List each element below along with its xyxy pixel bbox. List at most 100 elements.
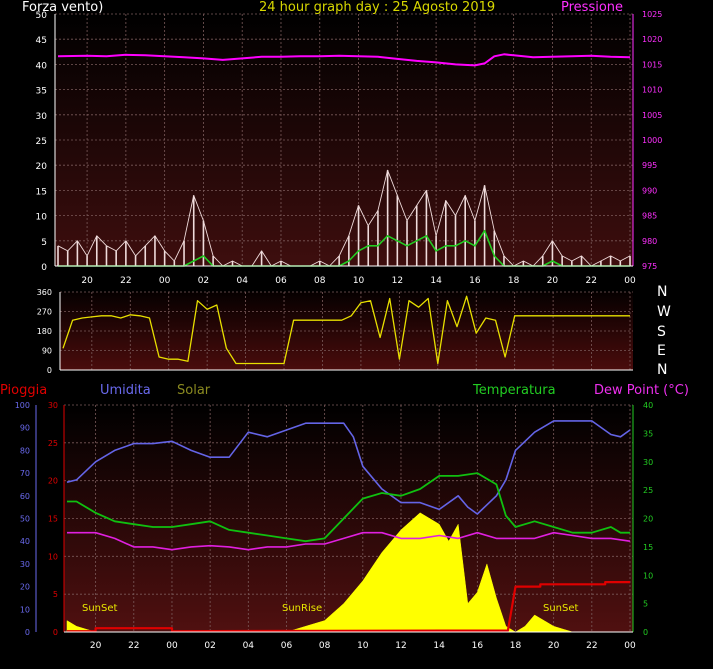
pressure-tick-label: 1020 [642,35,662,44]
wind-tick-label: 0 [41,263,47,273]
hour-tick-label: 00 [624,641,636,651]
sunrise-label: SunRise [282,603,323,614]
direction-tick-label: 360 [37,288,52,297]
hour-tick-label: 16 [472,641,484,651]
sunset-label-right: SunSet [543,603,579,614]
humidity-tick-label: 20 [20,583,30,592]
wind-tick-label: 25 [36,137,47,147]
hour-tick-label: 18 [508,276,520,286]
rain-tick-label: 5 [53,590,58,599]
compass-n-bottom: N [657,362,668,378]
hour-tick-label: 10 [353,276,365,286]
hour-tick-label: 12 [395,641,406,651]
humidity-tick-label: 70 [20,469,30,478]
hour-tick-label: 22 [585,276,596,286]
hour-tick-label: 06 [281,641,293,651]
pressure-tick-label: 985 [642,212,657,221]
humidity-tick-label: 60 [20,492,30,501]
humidity-tick-label: 90 [20,424,30,433]
hour-tick-label: 14 [433,641,445,651]
wind-tick-label: 45 [36,36,47,46]
direction-tick-label: 270 [37,308,52,317]
legend-solar: Solar [177,383,211,398]
pressure-axis-title: Pressione [561,0,624,15]
rain-tick-label: 0 [53,628,58,637]
pressure-tick-label: 975 [642,262,657,271]
pressure-tick-label: 995 [642,161,657,170]
hour-tick-label: 00 [159,276,171,286]
pressure-tick-label: 1005 [642,111,662,120]
wind-tick-label: 30 [36,112,48,122]
wind-tick-label: 40 [36,61,48,71]
hour-tick-label: 00 [624,276,636,286]
hour-tick-label: 10 [357,641,369,651]
hour-tick-label: 20 [548,641,560,651]
pressure-tick-label: 1000 [642,136,662,145]
sunset-label-left: SunSet [82,603,118,614]
weather-charts: 0510152025303540455097598098599099510001… [15,10,663,651]
wind-tick-label: 15 [36,187,47,197]
chart-title: 24 hour graph day : 25 Agosto 2019 [259,0,496,15]
wind-tick-label: 20 [36,162,48,172]
temperature-tick-label: 25 [643,486,653,495]
temperature-tick-label: 5 [643,600,648,609]
humidity-tick-label: 30 [20,560,30,569]
hour-tick-label: 22 [120,276,131,286]
temperature-tick-label: 10 [643,571,653,580]
hour-tick-label: 12 [392,276,403,286]
hour-tick-label: 00 [166,641,178,651]
legend-temperatura: Temperatura [473,383,556,398]
compass-s: S [657,324,666,340]
direction-tick-label: 180 [37,327,52,336]
hour-tick-label: 08 [314,276,326,286]
wind-axis-title: Forza vento) [22,0,104,15]
rain-tick-label: 15 [48,515,58,524]
pressure-tick-label: 980 [642,237,657,246]
temperature-tick-label: 15 [643,543,653,552]
hour-tick-label: 08 [319,641,331,651]
pressure-tick-label: 1010 [642,86,662,95]
hour-tick-label: 16 [469,276,481,286]
compass-n-top: N [657,284,668,300]
legend-pioggia: Pioggia [0,383,48,398]
weather-graph-window: 0 5 10 15 20 25 30 35 40 45 50 975 980 985 990 995 1000 1… [0,0,713,669]
hour-tick-label: 20 [81,276,93,286]
temperature-tick-label: 0 [643,628,648,637]
rain-tick-label: 10 [48,552,58,561]
pressure-tick-label: 1025 [642,10,662,19]
temperature-tick-label: 30 [643,458,653,467]
humidity-tick-label: 0 [25,628,30,637]
wind-tick-label: 35 [36,87,47,97]
hour-tick-label: 20 [90,641,102,651]
humidity-tick-label: 80 [20,446,30,455]
compass-e: E [657,343,666,359]
wind-tick-label: 5 [41,238,47,248]
direction-tick-label: 0 [47,366,52,375]
legend-dewpoint: Dew Point (°C) [594,383,689,398]
humidity-tick-label: 50 [20,515,30,524]
compass-w: W [657,304,671,320]
rain-tick-label: 20 [48,477,58,486]
pressure-tick-label: 990 [642,186,657,195]
rain-tick-label: 25 [48,439,58,448]
hour-tick-label: 20 [547,276,559,286]
hour-tick-label: 22 [586,641,597,651]
humidity-tick-label: 100 [15,401,30,410]
wind-tick-label: 10 [36,213,48,223]
hour-tick-label: 06 [275,276,287,286]
humidity-tick-label: 40 [20,537,30,546]
pressure-tick-label: 1015 [642,60,662,69]
hour-tick-label: 04 [243,641,255,651]
hour-tick-label: 18 [510,641,522,651]
hour-tick-label: 02 [198,276,209,286]
rain-tick-label: 30 [48,401,58,410]
hour-tick-label: 04 [236,276,248,286]
temperature-tick-label: 35 [643,429,653,438]
direction-tick-label: 90 [42,347,52,356]
hour-tick-label: 22 [128,641,139,651]
humidity-tick-label: 10 [20,605,30,614]
hour-tick-label: 02 [204,641,215,651]
temperature-tick-label: 20 [643,515,653,524]
temperature-tick-label: 40 [643,401,653,410]
legend-umidita: Umidita [100,383,151,398]
